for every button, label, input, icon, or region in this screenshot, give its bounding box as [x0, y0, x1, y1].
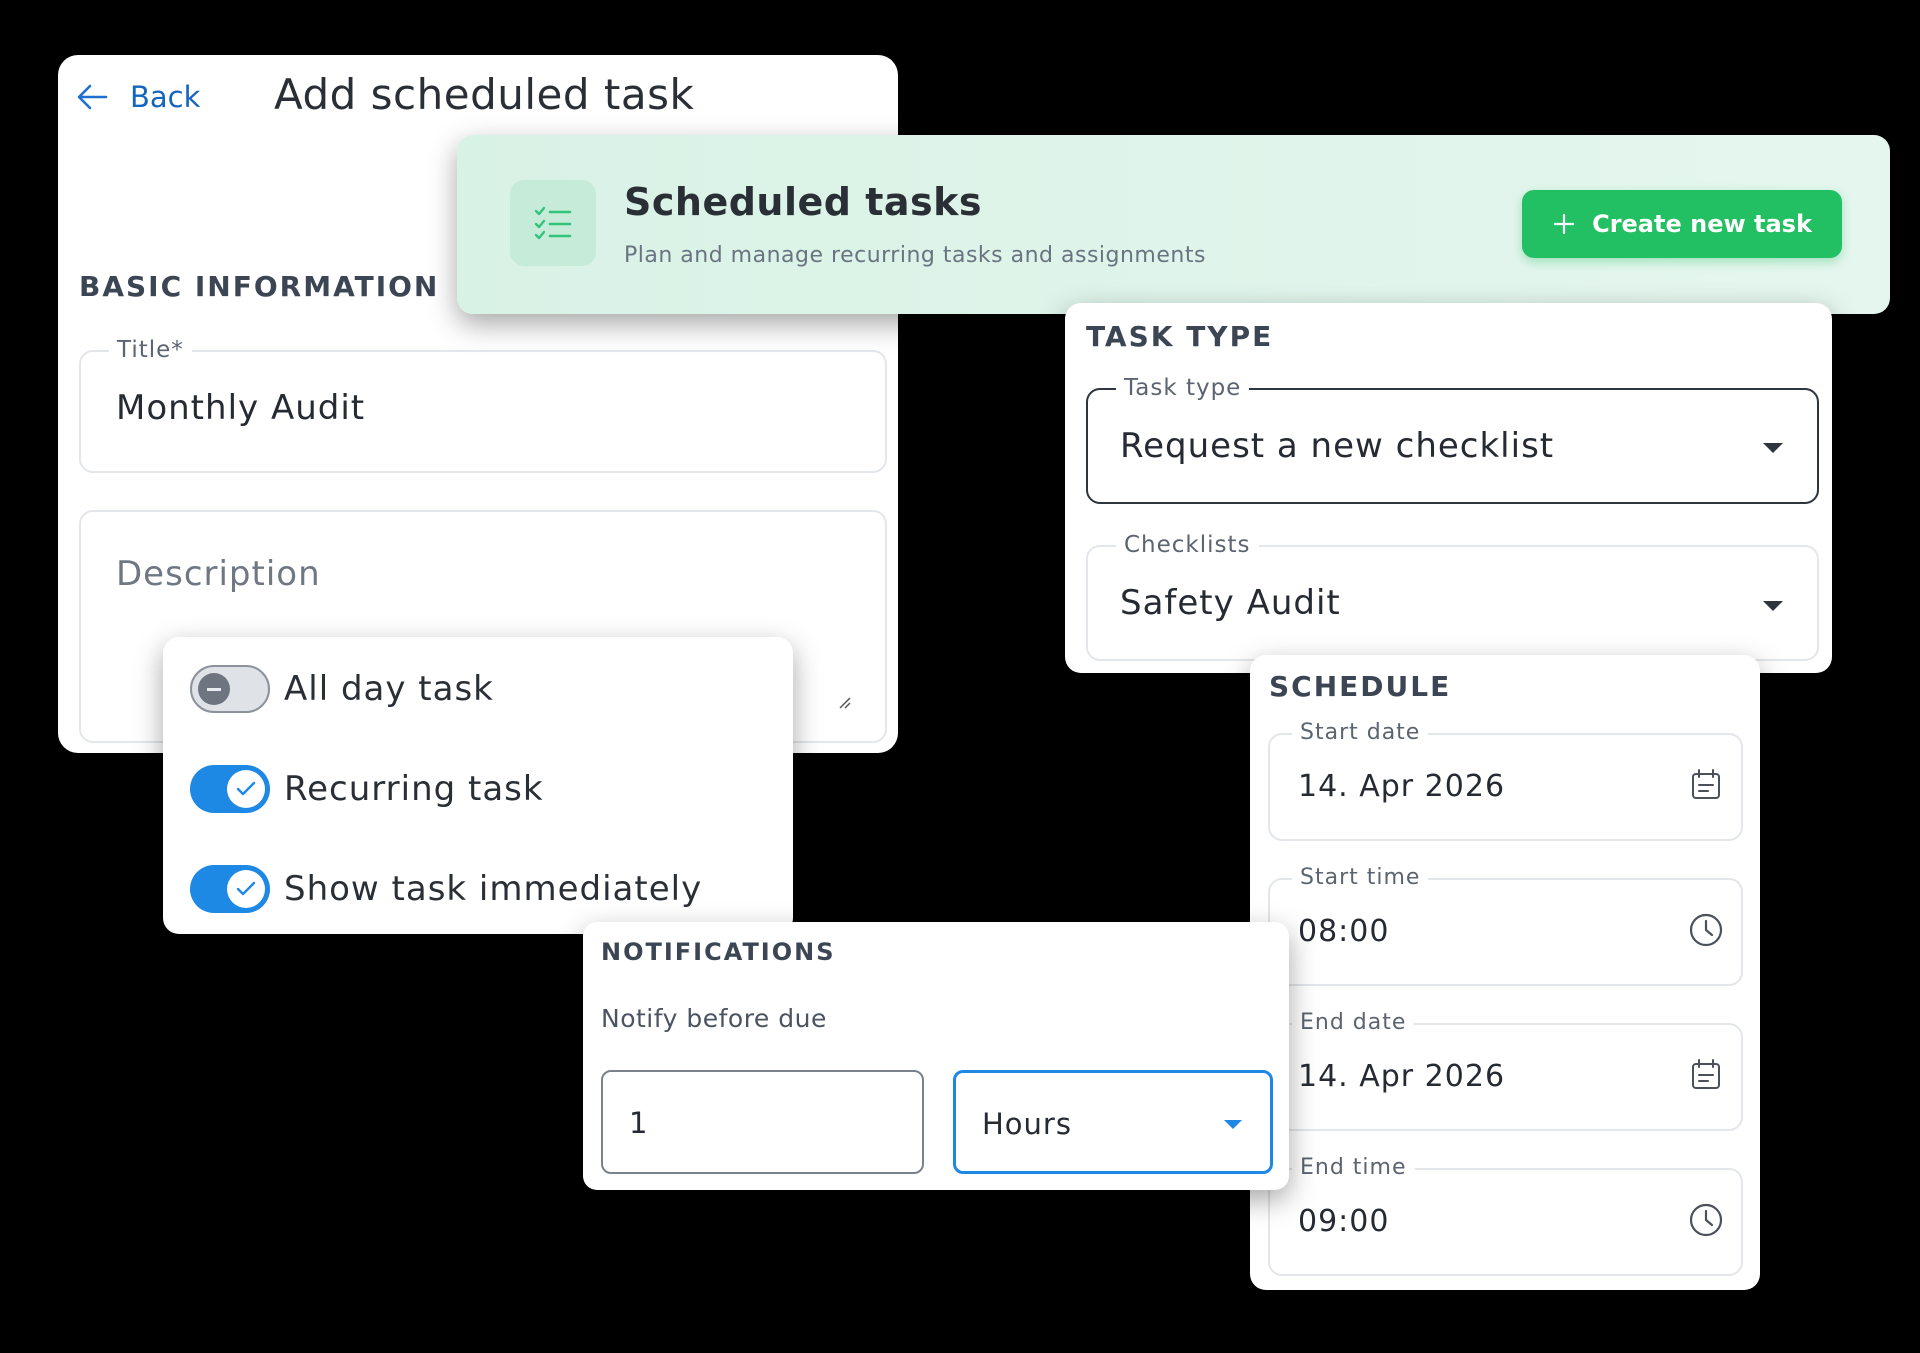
clock-icon[interactable] — [1687, 911, 1725, 949]
end-time-value: 09:00 — [1298, 1204, 1390, 1239]
toggle-switch-off[interactable] — [190, 665, 270, 713]
task-type-select[interactable]: Task type Request a new checklist — [1086, 374, 1819, 504]
create-new-task-label: Create new task — [1592, 210, 1812, 238]
dropdown-caret-icon — [1224, 1120, 1242, 1129]
checklists-field-value: Safety Audit — [1120, 583, 1341, 623]
check-icon — [236, 781, 256, 796]
page-title: Add scheduled task — [274, 70, 695, 119]
dropdown-caret-icon — [1763, 601, 1783, 611]
scheduled-tasks-header: Scheduled tasks Plan and manage recurrin… — [457, 135, 1890, 314]
checklists-field-label: Checklists — [1116, 531, 1259, 559]
schedule-panel: SCHEDULE Start date 14. Apr 2026 Start t… — [1250, 655, 1760, 1290]
toggle-switch-on[interactable] — [190, 765, 270, 813]
calendar-icon[interactable] — [1687, 1056, 1725, 1094]
show-task-immediately-toggle[interactable]: Show task immediately — [190, 865, 702, 913]
start-time-label: Start time — [1292, 864, 1429, 892]
notify-before-due-label: Notify before due — [601, 1004, 827, 1033]
notifications-panel: NOTIFICATIONS Notify before due 1 Hours — [583, 922, 1289, 1190]
recurring-task-label: Recurring task — [284, 769, 544, 809]
clock-icon[interactable] — [1687, 1201, 1725, 1239]
title-field-value: Monthly Audit — [116, 388, 366, 428]
start-time-field[interactable]: Start time 08:00 — [1268, 864, 1743, 986]
end-time-label: End time — [1292, 1154, 1415, 1182]
notify-unit-select[interactable]: Hours — [953, 1070, 1273, 1174]
start-date-value: 14. Apr 2026 — [1298, 769, 1506, 804]
task-type-heading: TASK TYPE — [1086, 320, 1274, 353]
recurring-task-toggle[interactable]: Recurring task — [190, 765, 544, 813]
notifications-heading: NOTIFICATIONS — [601, 938, 836, 966]
arrow-left-icon — [77, 84, 108, 110]
start-time-value: 08:00 — [1298, 914, 1390, 949]
check-icon — [236, 881, 256, 896]
task-type-field-value: Request a new checklist — [1120, 426, 1555, 466]
back-label: Back — [130, 80, 201, 114]
minus-icon — [198, 673, 230, 705]
end-time-field[interactable]: End time 09:00 — [1268, 1154, 1743, 1276]
schedule-heading: SCHEDULE — [1269, 670, 1452, 703]
end-date-value: 14. Apr 2026 — [1298, 1059, 1506, 1094]
all-day-task-toggle[interactable]: All day task — [190, 665, 494, 713]
create-new-task-button[interactable]: Create new task — [1522, 190, 1842, 258]
toggle-switch-on[interactable] — [190, 865, 270, 913]
checklists-select[interactable]: Checklists Safety Audit — [1086, 531, 1819, 661]
title-input[interactable]: Title* Monthly Audit — [79, 336, 887, 473]
task-type-field-label: Task type — [1116, 374, 1250, 402]
title-field-label: Title* — [109, 336, 192, 364]
end-date-field[interactable]: End date 14. Apr 2026 — [1268, 1009, 1743, 1131]
dropdown-caret-icon — [1763, 443, 1783, 453]
show-task-immediately-label: Show task immediately — [284, 869, 703, 909]
resize-handle-icon[interactable] — [837, 695, 851, 709]
basic-information-heading: BASIC INFORMATION — [79, 270, 440, 303]
notify-amount-input[interactable]: 1 — [601, 1070, 924, 1174]
header-subtitle: Plan and manage recurring tasks and assi… — [624, 243, 1206, 268]
task-type-panel: TASK TYPE Task type Request a new checkl… — [1065, 303, 1832, 673]
description-placeholder: Description — [116, 554, 321, 594]
header-title: Scheduled tasks — [624, 180, 983, 224]
notify-amount-value: 1 — [629, 1106, 649, 1140]
checklist-icon — [510, 180, 596, 266]
all-day-task-label: All day task — [284, 669, 494, 709]
calendar-icon[interactable] — [1687, 766, 1725, 804]
notify-unit-value: Hours — [982, 1107, 1072, 1141]
end-date-label: End date — [1292, 1009, 1415, 1037]
task-options-panel: All day task Recurring task Show task im… — [163, 637, 793, 934]
back-button[interactable]: Back — [72, 77, 200, 117]
plus-icon — [1553, 213, 1575, 235]
start-date-field[interactable]: Start date 14. Apr 2026 — [1268, 719, 1743, 841]
start-date-label: Start date — [1292, 719, 1429, 747]
